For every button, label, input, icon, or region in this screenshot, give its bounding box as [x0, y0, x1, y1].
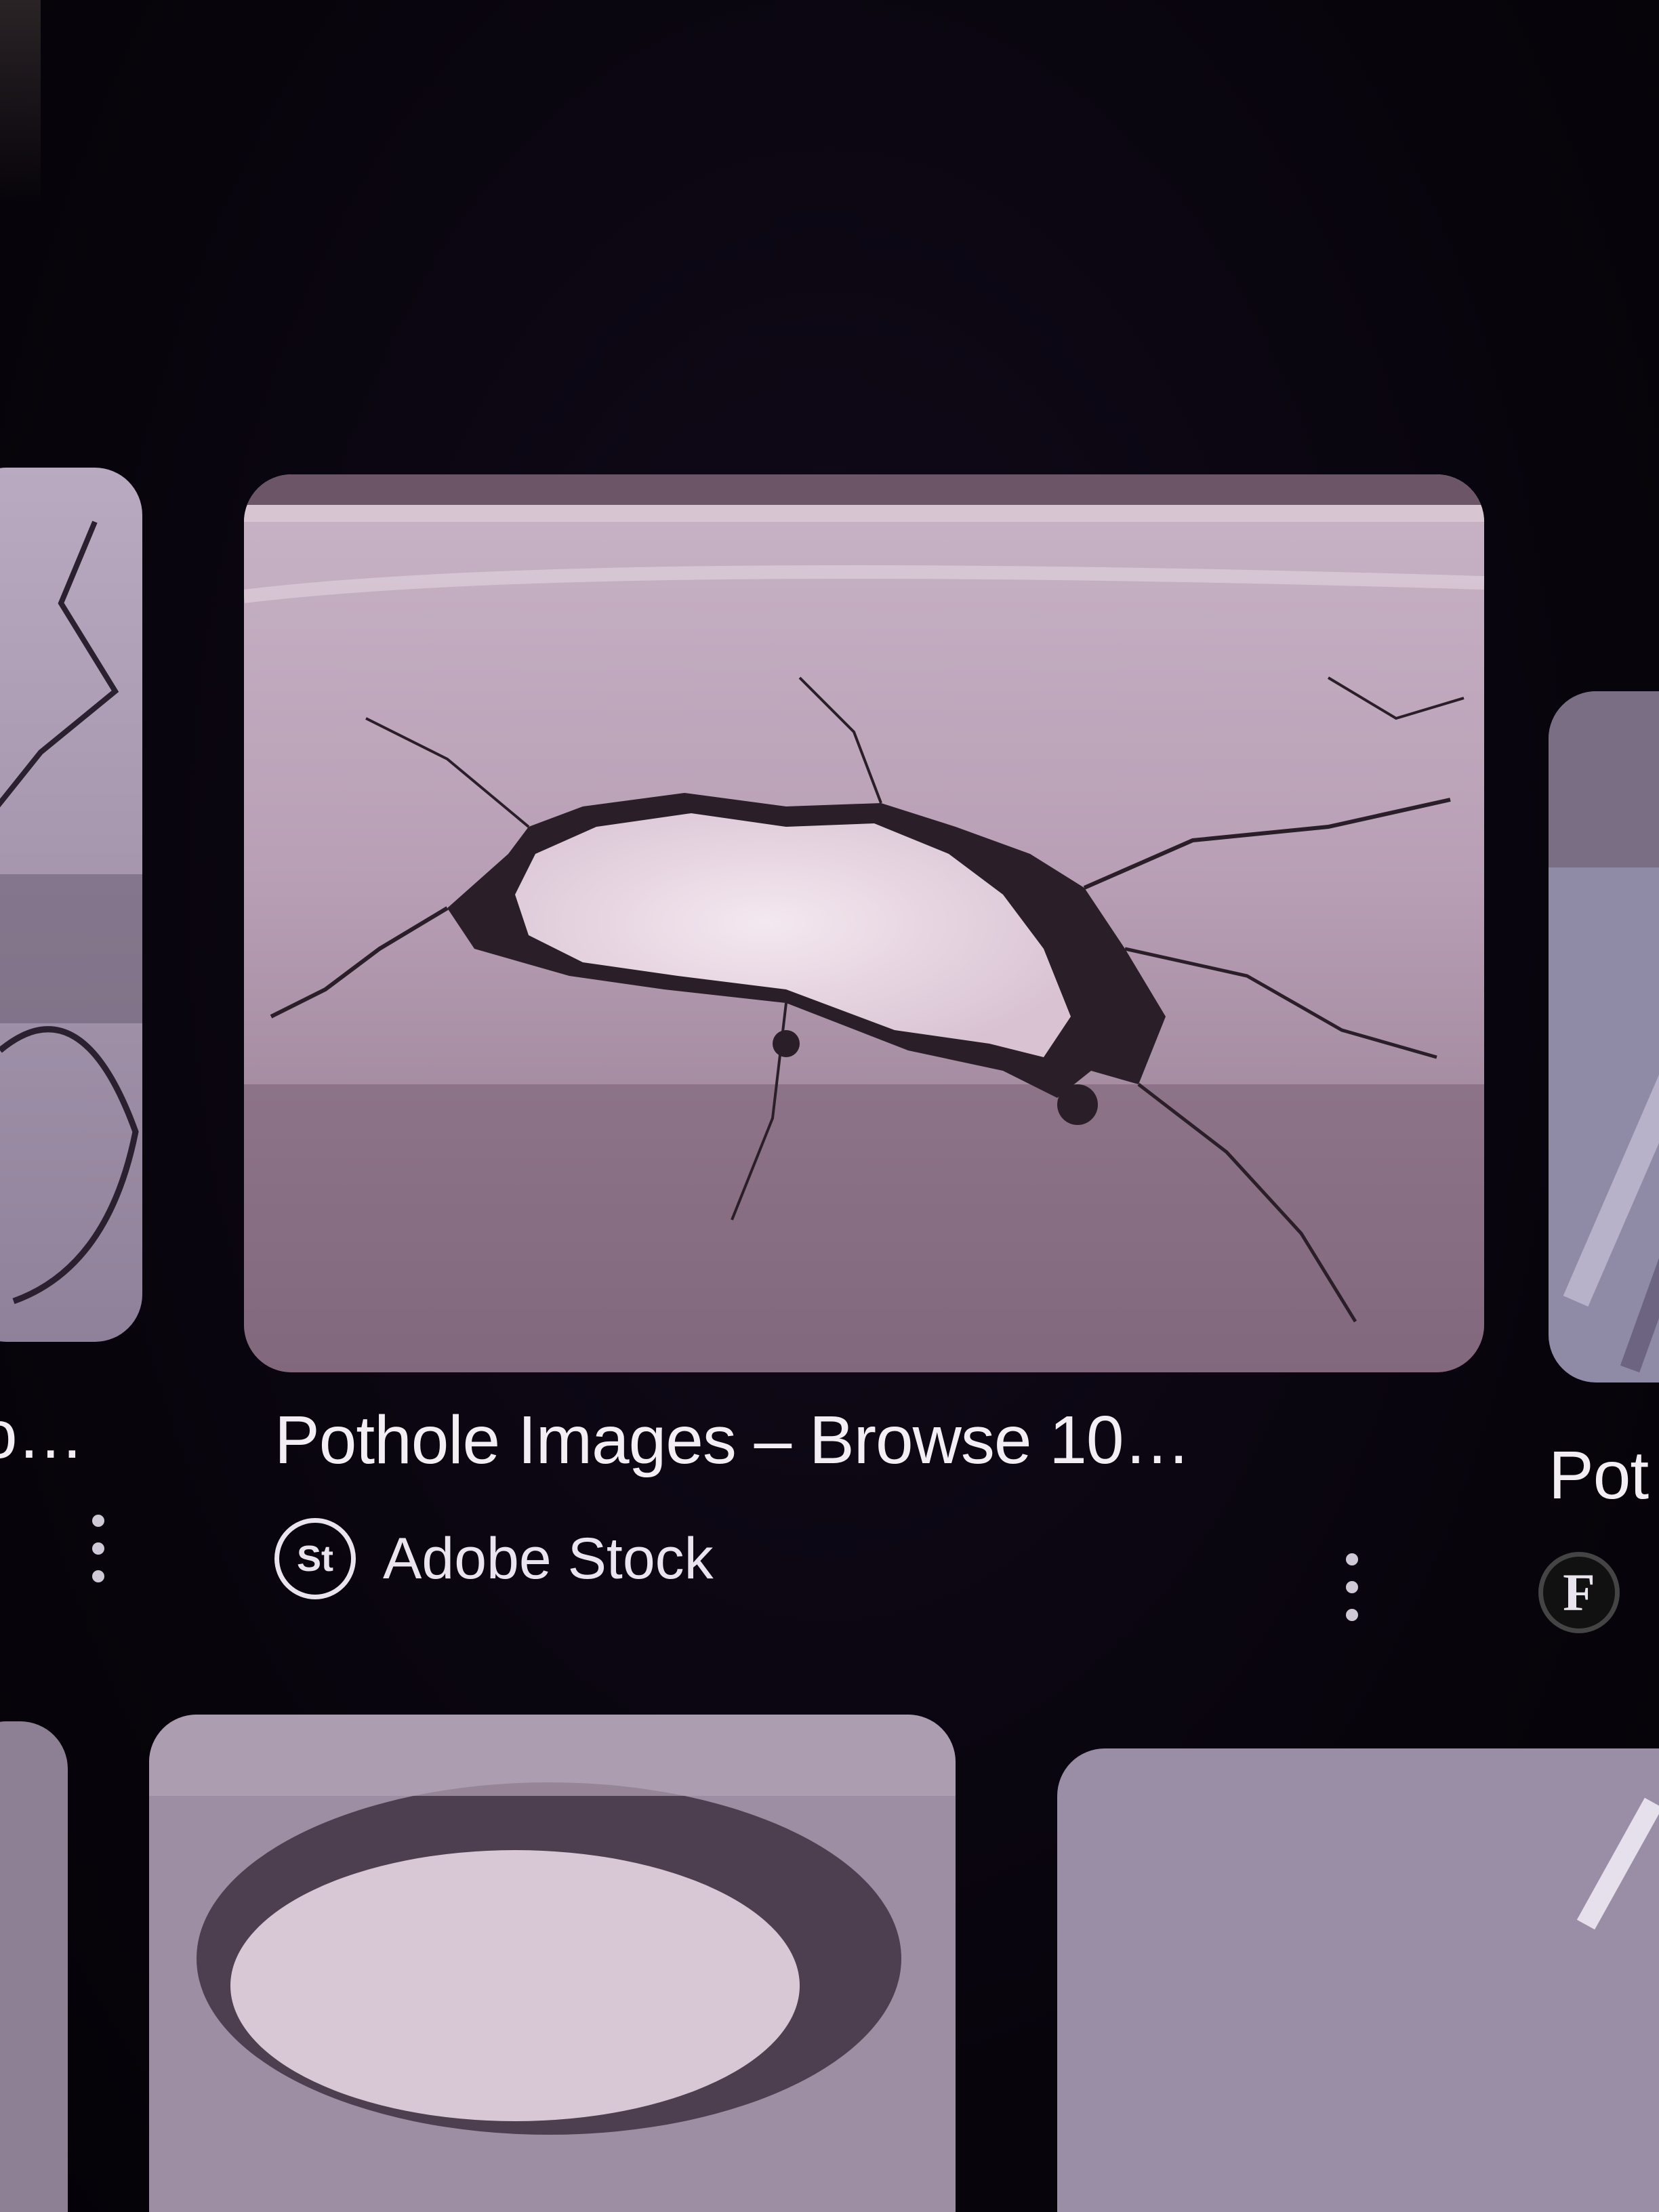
source-f-icon: F [1538, 1552, 1620, 1633]
more-vert-icon [1346, 1553, 1358, 1565]
result-title-pothole[interactable]: Pothole Images – Browse 10… [274, 1401, 1191, 1479]
result-thumbnail-left[interactable] [0, 468, 142, 1342]
result-thumbnail-pothole[interactable] [244, 474, 1484, 1372]
more-options-pothole[interactable] [1342, 1553, 1362, 1621]
result-source-right[interactable]: F [1538, 1552, 1647, 1633]
image-search-results: o… [0, 0, 1659, 2212]
adobe-stock-icon: St [274, 1518, 356, 1599]
more-options-left[interactable] [88, 1515, 108, 1582]
result-thumbnail-right[interactable] [1549, 691, 1659, 1382]
screen-glare [0, 0, 41, 203]
more-vert-icon [92, 1515, 104, 1527]
result-title-right[interactable]: Pot [1549, 1437, 1649, 1515]
result-source-adobe-stock[interactable]: St Adobe Stock [274, 1518, 714, 1599]
result-title-left[interactable]: o… [0, 1396, 85, 1474]
source-name: Adobe Stock [383, 1525, 714, 1591]
result-thumbnail-row2-right[interactable] [1057, 1748, 1659, 2212]
result-thumbnail-row2-pothole[interactable] [149, 1715, 956, 2212]
result-thumbnail-row2-left-edge[interactable] [0, 1721, 68, 2212]
